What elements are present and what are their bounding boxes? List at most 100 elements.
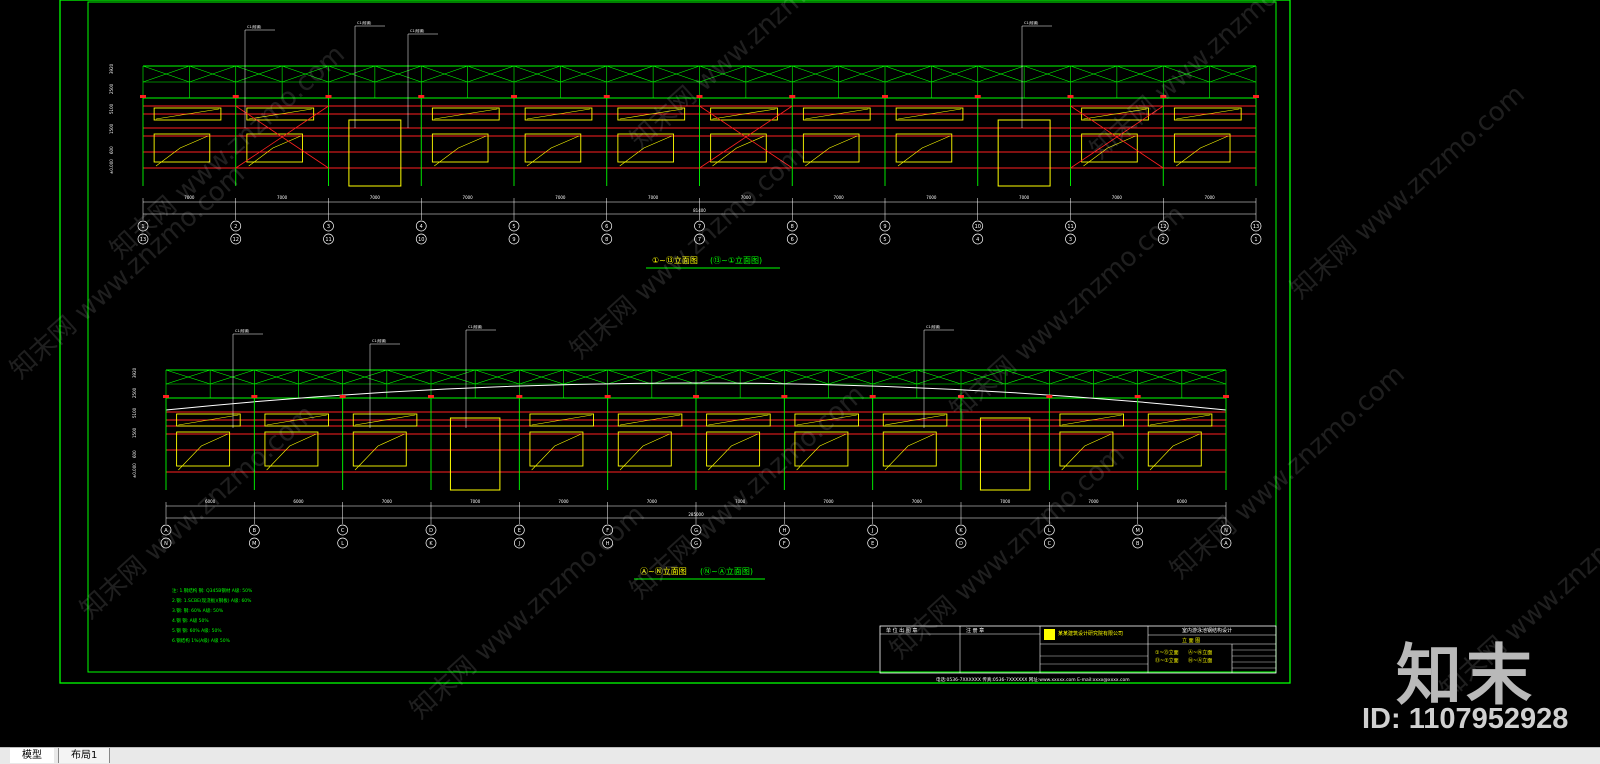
window [1173, 133, 1231, 163]
window-swing [354, 433, 405, 471]
watermark-tile: 知末网 www.znzmo.com [565, 139, 811, 365]
beam-tag [869, 395, 876, 398]
beam-tag [251, 395, 258, 398]
window-swing [619, 433, 670, 471]
titleblock-company: 某某建筑设计研究院有限公司 [1058, 630, 1123, 637]
level-mark: 600 [109, 146, 114, 154]
title-block: 单 位 出 图 章 注 册 章 某某建筑设计研究院有限公司 室内游泳池钢结构设计… [879, 625, 1277, 683]
window [895, 133, 953, 163]
beam-tag [1223, 395, 1229, 398]
axis-label: 12 [233, 237, 239, 243]
titleblock-legend-4: Ⓝ~Ⓐ立面 [1188, 657, 1212, 664]
note-line: 2.钢: 1.SCBE(现浇板)(钢板) A级: 60% [172, 597, 252, 604]
window [802, 133, 860, 163]
axis-label: 13 [1253, 224, 1259, 230]
note-line: 4.钢 钢: A级 50% [172, 617, 209, 624]
dimension-text: 7000 [470, 499, 481, 504]
window-swing [526, 135, 580, 167]
axis-label: 9 [512, 237, 515, 243]
axis-label: 5 [512, 224, 515, 230]
dimension-text: 7000 [555, 195, 566, 200]
level-mark: 2500 [109, 83, 114, 94]
axis-label: 3 [327, 224, 330, 230]
tab-model[interactable]: 模型 [10, 748, 54, 763]
elevation-top-title-b: (⑬~①立面图) [710, 255, 762, 265]
cad-canvas[interactable]: 7000 7000 7000 7000 7000 7000 7000 7000 7000 7000… [0, 0, 1600, 748]
axis-label: J [518, 541, 520, 547]
level-mark: 3920 [109, 63, 114, 74]
axis-label: K [959, 528, 963, 534]
axis-label: B [1136, 541, 1140, 547]
axis-label: M [1136, 528, 1140, 534]
beam-tag [516, 395, 523, 398]
titleblock-legend-1: ①~⑬立面 [1155, 649, 1179, 656]
watermark-id: ID: 1107952928 [1362, 703, 1569, 735]
beam-tag [781, 395, 788, 398]
axis-label: 4 [420, 224, 423, 230]
axis-label: H [782, 528, 786, 534]
beam-tag [974, 95, 981, 98]
dimension-text: 7000 [1019, 195, 1030, 200]
axis-label: 10 [418, 237, 424, 243]
titleblock-footer: 电话:0536-7XXXXXX 传真:0536-7XXXXXX 网址:www.x… [936, 676, 1130, 683]
watermark-tile: 知末网 www.znzmo.com [625, 0, 871, 155]
tab-layout1[interactable]: 布局1 [58, 748, 111, 763]
level-mark: 5100 [132, 407, 137, 418]
axis-label: 2 [234, 224, 237, 230]
window-swing [884, 433, 935, 471]
callout-text: C1(轻钢) [372, 338, 387, 343]
axis-label: 9 [883, 224, 886, 230]
axis-label: 6 [791, 237, 794, 243]
beam-tag [325, 95, 332, 98]
beam-tag [163, 395, 169, 398]
axis-label: C [1048, 541, 1052, 547]
window [431, 133, 489, 163]
beam-tag [693, 395, 699, 398]
titleblock-reg-header: 注 册 章 [966, 627, 984, 634]
note-line: 注: 1.钢结构 钢: Q345B钢材 A级: 50% [172, 587, 253, 594]
window-swing [1176, 135, 1229, 167]
axis-label: 11 [325, 237, 331, 243]
axis-label: 1 [1254, 237, 1257, 243]
level-mark: 1500 [132, 427, 137, 438]
axis-label: E [518, 528, 521, 534]
door-opening [449, 417, 501, 491]
axis-label: L [341, 541, 344, 547]
dimension-text: 7000 [370, 195, 381, 200]
dimension-text: 7000 [926, 195, 937, 200]
dimension-text: 7000 [823, 499, 834, 504]
beam-tag [1134, 395, 1141, 398]
dimension-text: 7000 [1205, 195, 1216, 200]
beam-tag [603, 95, 610, 98]
window-swing [708, 433, 758, 471]
callout-text: C1(轻钢) [410, 28, 425, 33]
axis-label: B [253, 528, 257, 534]
callout-leader [923, 329, 954, 428]
note-line: 6.钢结构 1%(A级) A级 50% [172, 637, 231, 644]
axis-label: 6 [605, 224, 608, 230]
dimension-text: 7000 [648, 195, 659, 200]
company-logo-icon [1044, 629, 1055, 640]
axis-label: M [252, 541, 256, 547]
level-mark: 1500 [109, 123, 114, 134]
dimension-text: 7000 [834, 195, 845, 200]
elevation-bottom-title-b: (Ⓝ~Ⓐ立面图) [700, 566, 753, 576]
callout-leader [1021, 25, 1052, 128]
dimension-text: 6000 [293, 499, 304, 504]
titleblock-project: 室内游泳池钢结构设计 [1182, 627, 1232, 634]
axis-label: 8 [605, 237, 608, 243]
beam-tag [511, 95, 517, 98]
layout-tab-bar: 模型 布局1 [0, 747, 1600, 764]
callout-text: C1(轻钢) [1024, 20, 1039, 25]
watermark-tile: 知末网 www.znzmo.com [405, 499, 651, 725]
dimension-text: 7000 [912, 499, 923, 504]
dimension-text: 7000 [1000, 499, 1011, 504]
axis-label: 11 [1067, 224, 1073, 230]
beam-tag [789, 95, 796, 98]
level-mark: ±0.000 [132, 463, 137, 478]
axis-label: 10 [975, 224, 981, 230]
window-swing [712, 135, 765, 167]
callout-text: C1(轻钢) [468, 324, 483, 329]
watermark-tile: 知末网 www.znzmo.com [1285, 79, 1531, 305]
dimension-text: 7000 [558, 499, 569, 504]
